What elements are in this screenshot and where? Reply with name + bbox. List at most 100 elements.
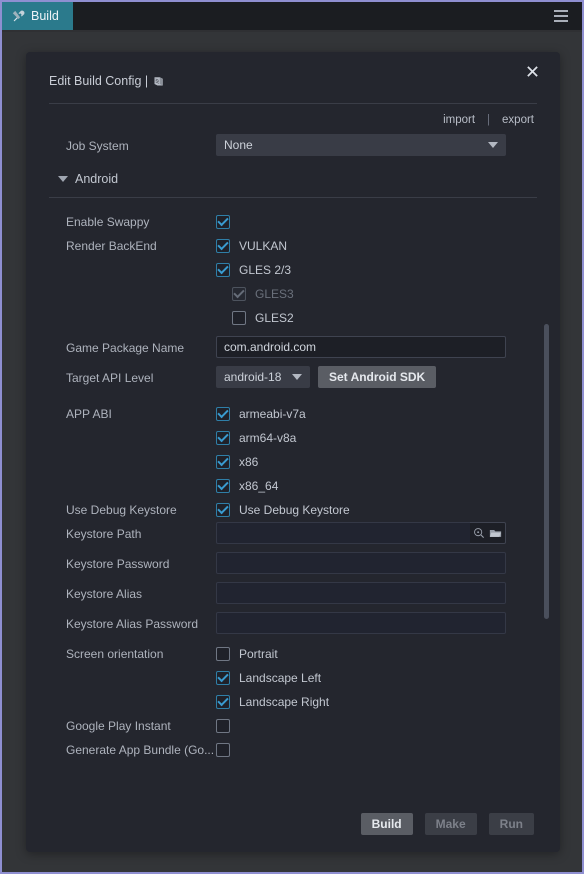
google-play-instant-checkbox[interactable] — [216, 714, 230, 738]
google-play-instant-label: Google Play Instant — [26, 714, 216, 738]
build-button[interactable]: Build — [361, 813, 413, 835]
checkbox-icon — [216, 671, 230, 685]
job-system-select[interactable]: None — [216, 134, 506, 156]
dialog-header: Edit Build Config | — [26, 52, 560, 104]
checkbox-icon — [216, 719, 230, 733]
tools-icon — [12, 10, 25, 23]
set-android-sdk-button[interactable]: Set Android SDK — [318, 366, 436, 388]
row-keystore-alias-password: Keystore Alias Password — [26, 612, 560, 636]
app-window: { "titlebar": { "tab_label": "Build", "t… — [0, 0, 584, 874]
tab-label: Build — [31, 9, 59, 23]
checkbox-icon — [216, 695, 230, 709]
option-label: VULKAN — [239, 239, 287, 253]
option-label: Landscape Right — [239, 695, 329, 709]
row-use-debug-keystore: Use Debug Keystore Use Debug Keystore — [26, 498, 560, 522]
keystore-path-input[interactable] — [216, 522, 470, 544]
checkbox-icon — [216, 407, 230, 421]
checkbox-icon — [216, 455, 230, 469]
screen-orientation-label: Screen orientation — [26, 642, 216, 666]
row-keystore-password: Keystore Password — [26, 552, 560, 576]
folder-open-icon[interactable] — [489, 527, 502, 539]
option-label: GLES 2/3 — [239, 263, 291, 277]
enable-swappy-checkbox[interactable] — [216, 210, 230, 234]
magnifier-icon[interactable] — [473, 527, 485, 539]
render-backend-option-gles23[interactable]: GLES 2/3 — [216, 258, 291, 282]
row-screen-orientation: Screen orientation Portrait Landscape Le… — [26, 642, 560, 714]
generate-app-bundle-checkbox[interactable] — [216, 738, 230, 762]
option-label: x86_64 — [239, 479, 278, 493]
option-label: x86 — [239, 455, 258, 469]
row-job-system: Job System None — [26, 134, 560, 158]
app-abi-option-x86-64[interactable]: x86_64 — [216, 474, 278, 498]
checkbox-icon — [216, 263, 230, 277]
keystore-alias-password-label: Keystore Alias Password — [26, 612, 216, 636]
option-label: Portrait — [239, 647, 278, 661]
tab-build[interactable]: Build — [2, 2, 73, 30]
settings-scroll-area[interactable]: Job System None Android Enable Swappy — [26, 134, 560, 826]
use-debug-keystore-checkbox[interactable]: Use Debug Keystore — [216, 498, 350, 522]
render-backend-option-gles3: GLES3 — [216, 282, 294, 306]
section-android[interactable]: Android — [26, 164, 560, 191]
app-abi-option-x86[interactable]: x86 — [216, 450, 258, 474]
book-icon — [153, 75, 165, 87]
run-button: Run — [489, 813, 534, 835]
dialog-footer: Build Make Run — [26, 796, 560, 852]
dialog-title-text: Edit Build Config | — [49, 74, 148, 88]
generate-app-bundle-label: Generate App Bundle (Go... — [26, 738, 216, 762]
close-icon[interactable] — [520, 59, 544, 83]
option-label: GLES3 — [255, 287, 294, 301]
checkbox-icon — [216, 479, 230, 493]
checkbox-icon — [216, 743, 230, 757]
target-api-level-label: Target API Level — [26, 366, 216, 390]
header-divider — [49, 103, 537, 104]
option-label: armeabi-v7a — [239, 407, 306, 421]
game-package-name-input[interactable] — [216, 336, 506, 358]
keystore-password-input[interactable] — [216, 552, 506, 574]
edit-build-config-dialog: Edit Build Config | import | e — [26, 52, 560, 852]
render-backend-option-gles2[interactable]: GLES2 — [216, 306, 294, 330]
keystore-alias-label: Keystore Alias — [26, 582, 216, 606]
chevron-down-icon — [58, 176, 68, 182]
app-abi-option-arm64-v8a[interactable]: arm64-v8a — [216, 426, 296, 450]
use-debug-keystore-label: Use Debug Keystore — [26, 498, 216, 522]
row-keystore-alias: Keystore Alias — [26, 582, 560, 606]
checkbox-icon — [216, 239, 230, 253]
screen-orientation-option-landscape-right[interactable]: Landscape Right — [216, 690, 329, 714]
render-backend-option-vulkan[interactable]: VULKAN — [216, 234, 287, 258]
section-android-label: Android — [75, 172, 118, 186]
row-target-api-level: Target API Level android-18 Set Android … — [26, 366, 560, 390]
game-package-name-label: Game Package Name — [26, 336, 216, 360]
target-api-level-select[interactable]: android-18 — [216, 366, 310, 388]
make-button: Make — [425, 813, 477, 835]
option-label: Use Debug Keystore — [239, 503, 350, 517]
checkbox-icon — [216, 431, 230, 445]
keystore-path-label: Keystore Path — [26, 522, 216, 546]
keystore-path-actions — [470, 522, 506, 544]
import-link[interactable]: import — [443, 114, 475, 126]
keystore-password-label: Keystore Password — [26, 552, 216, 576]
row-render-backend: Render BackEnd VULKAN GLES 2/3 GLES3 — [26, 234, 560, 330]
row-enable-swappy: Enable Swappy — [26, 210, 560, 234]
hamburger-menu-icon[interactable] — [540, 2, 582, 30]
import-export-bar: import | export — [26, 104, 560, 134]
import-export-separator: | — [487, 114, 490, 126]
option-label: GLES2 — [255, 311, 294, 325]
screen-orientation-option-landscape-left[interactable]: Landscape Left — [216, 666, 321, 690]
page-title: Edit Build Config | — [49, 74, 165, 88]
option-label: Landscape Left — [239, 671, 321, 685]
checkbox-icon — [216, 503, 230, 517]
app-abi-label: APP ABI — [26, 402, 216, 426]
row-keystore-path: Keystore Path — [26, 522, 560, 546]
render-backend-label: Render BackEnd — [26, 234, 216, 258]
export-link[interactable]: export — [502, 114, 534, 126]
vertical-scrollbar[interactable] — [544, 324, 549, 619]
keystore-alias-password-input[interactable] — [216, 612, 506, 634]
checkbox-icon — [232, 287, 246, 301]
workspace: Edit Build Config | import | e — [2, 32, 582, 872]
titlebar: Build — [2, 2, 582, 30]
keystore-alias-input[interactable] — [216, 582, 506, 604]
screen-orientation-option-portrait[interactable]: Portrait — [216, 642, 278, 666]
option-label: arm64-v8a — [239, 431, 296, 445]
chevron-down-icon — [488, 142, 498, 148]
app-abi-option-armeabi-v7a[interactable]: armeabi-v7a — [216, 402, 306, 426]
